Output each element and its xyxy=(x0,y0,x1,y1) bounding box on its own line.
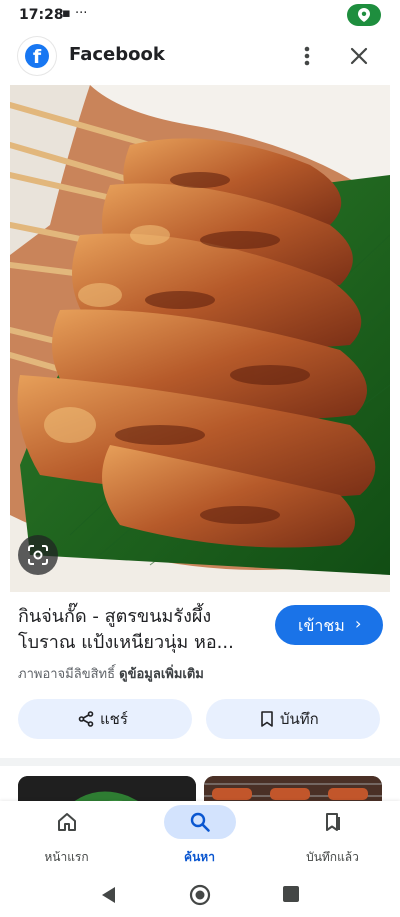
back-icon[interactable] xyxy=(100,886,116,904)
visit-button[interactable]: เข้าชม › xyxy=(275,605,383,645)
search-icon xyxy=(190,812,210,832)
nav-search[interactable]: ค้นหา xyxy=(133,801,266,873)
chevron-right-icon: › xyxy=(355,614,362,633)
share-button[interactable]: แชร์ xyxy=(18,699,192,739)
visit-label: เข้าชม xyxy=(298,616,345,635)
facebook-logo-icon: f xyxy=(18,37,56,75)
bookmark-icon xyxy=(261,711,273,727)
copyright-note: ภาพอาจมีลิขสิทธิ์ ดูข้อมูลเพิ่มเติม xyxy=(18,663,204,684)
close-icon[interactable] xyxy=(347,44,371,68)
bookmarks-icon xyxy=(325,813,340,831)
more-info-link[interactable]: ดูข้อมูลเพิ่มเติม xyxy=(119,667,204,682)
copyright-text: ภาพอาจมีลิขสิทธิ์ xyxy=(18,667,116,682)
nav-saved-label: บันทึกแล้ว xyxy=(306,850,359,864)
result-title[interactable]: กินจ่นกั๊ด - สูตรขนมรังผึ้งโบราณ แป้งเหน… xyxy=(18,604,268,656)
source-title[interactable]: Facebook xyxy=(69,44,165,65)
home-icon xyxy=(57,813,76,831)
share-icon xyxy=(78,711,94,727)
nav-saved[interactable]: บันทึกแล้ว xyxy=(266,801,399,873)
share-label: แชร์ xyxy=(100,710,128,728)
section-divider xyxy=(0,758,400,766)
app-bar: f Facebook xyxy=(0,32,400,80)
lens-icon xyxy=(28,545,48,565)
nav-home-label: หน้าแรก xyxy=(44,850,89,864)
nav-home[interactable]: หน้าแรก xyxy=(0,801,133,873)
more-vert-icon[interactable] xyxy=(296,44,318,68)
location-pin-icon xyxy=(358,8,370,22)
location-indicator xyxy=(347,4,381,26)
google-lens-button[interactable] xyxy=(18,535,58,575)
save-label: บันทึก xyxy=(280,710,319,728)
save-button[interactable]: บันทึก xyxy=(206,699,380,739)
notification-icons: ▪ ··· xyxy=(62,6,88,21)
bottom-navigation: หน้าแรก ค้นหา บันทึกแล้ว xyxy=(0,801,400,873)
system-navigation-bar xyxy=(0,873,400,917)
home-button-icon[interactable] xyxy=(189,884,211,906)
result-image[interactable] xyxy=(10,85,390,592)
status-time: 17:28 xyxy=(19,7,64,23)
nav-search-label: ค้นหา xyxy=(184,850,215,864)
status-bar: 17:28 ▪ ··· xyxy=(0,0,400,32)
recents-icon[interactable] xyxy=(283,886,299,902)
